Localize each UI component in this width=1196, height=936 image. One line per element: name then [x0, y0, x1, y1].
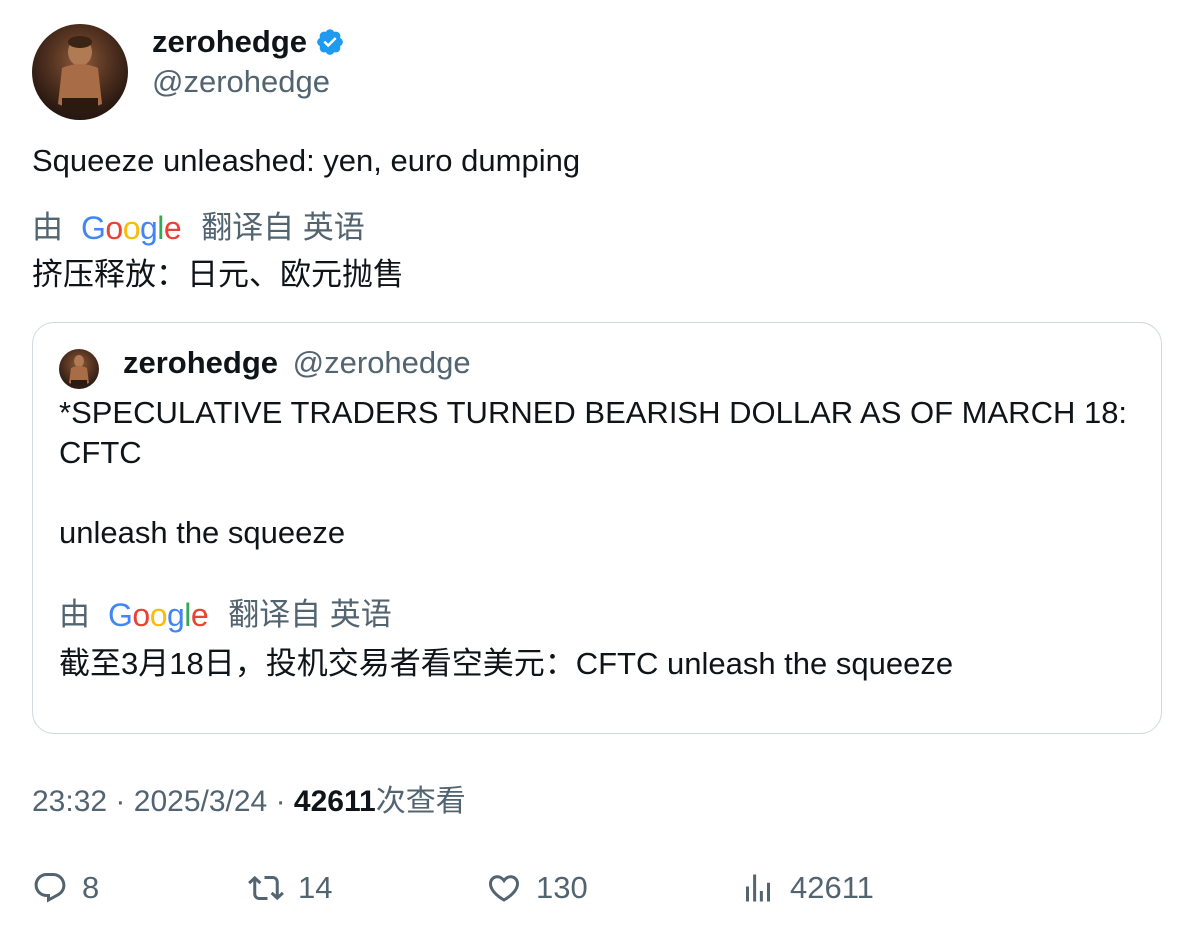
author-handle[interactable]: @zerohedge — [152, 62, 330, 102]
like-count: 130 — [536, 870, 588, 905]
views-label: 次查看 — [375, 785, 466, 818]
views-count: 42611 — [293, 785, 376, 818]
retweet-count: 14 — [298, 870, 333, 905]
google-logo[interactable]: Google — [81, 208, 182, 248]
views-action-count: 42611 — [790, 870, 874, 905]
retweet-icon — [248, 875, 284, 901]
action-bar: 8 14 130 42611 — [0, 868, 1196, 912]
quoted-translated-text: 截至3月18日，投机交易者看空美元：CFTC unleash the squee… — [59, 646, 954, 681]
quoted-author-avatar[interactable] — [59, 349, 99, 389]
meta-separator: · — [115, 785, 126, 818]
reply-icon — [34, 873, 66, 903]
author-name[interactable]: zerohedge — [152, 22, 345, 62]
quoted-header: zerohedge @zerohedge — [123, 343, 471, 383]
views-icon — [746, 874, 770, 902]
tweet-date[interactable]: 2025/3/24 — [134, 785, 267, 818]
quoted-author-handle[interactable]: @zerohedge — [293, 345, 471, 380]
quoted-tweet-card[interactable]: zerohedge @zerohedge *SPECULATIVE TRADER… — [32, 322, 1162, 734]
quoted-translation-attribution: 由 Google 翻译自 英语 — [59, 595, 392, 635]
author-avatar[interactable] — [32, 24, 128, 120]
quoted-body: *SPECULATIVE TRADERS TURNED BEARISH DOLL… — [59, 393, 1139, 553]
tweet-time[interactable]: 23:32 — [32, 785, 107, 818]
like-icon — [488, 875, 520, 902]
verified-badge-icon — [317, 29, 343, 55]
author-name-text[interactable]: zerohedge — [152, 22, 307, 62]
translation-by-label: 由 — [32, 210, 63, 245]
quoted-author-name[interactable]: zerohedge — [123, 345, 278, 380]
quoted-text-line1: *SPECULATIVE TRADERS TURNED BEARISH DOLL… — [59, 395, 1128, 470]
quoted-avatar-image — [69, 355, 89, 386]
views-button[interactable]: 42611 — [740, 868, 874, 908]
like-button[interactable]: 130 — [486, 868, 588, 908]
quoted-google-logo[interactable]: Google — [108, 595, 209, 635]
meta-separator: · — [275, 785, 286, 818]
avatar-image — [58, 36, 102, 112]
quoted-text-line2: unleash the squeeze — [59, 515, 346, 550]
reply-count: 8 — [82, 870, 100, 905]
translation-attribution: 由 Google 翻译自 英语 — [32, 208, 365, 248]
retweet-button[interactable]: 14 — [248, 868, 332, 908]
tweet-text: Squeeze unleashed: yen, euro dumping — [32, 143, 581, 178]
translated-text: 挤压释放：日元、欧元抛售 — [32, 257, 404, 292]
tweet-meta: 23:32 · 2025/3/24 · 42611次查看 — [32, 782, 466, 822]
quoted-translation-by-label: 由 — [59, 597, 90, 632]
translation-source-link[interactable]: 翻译自 英语 — [201, 208, 365, 248]
quoted-translation-source-link[interactable]: 翻译自 英语 — [228, 595, 392, 635]
reply-button[interactable]: 8 — [32, 868, 99, 908]
